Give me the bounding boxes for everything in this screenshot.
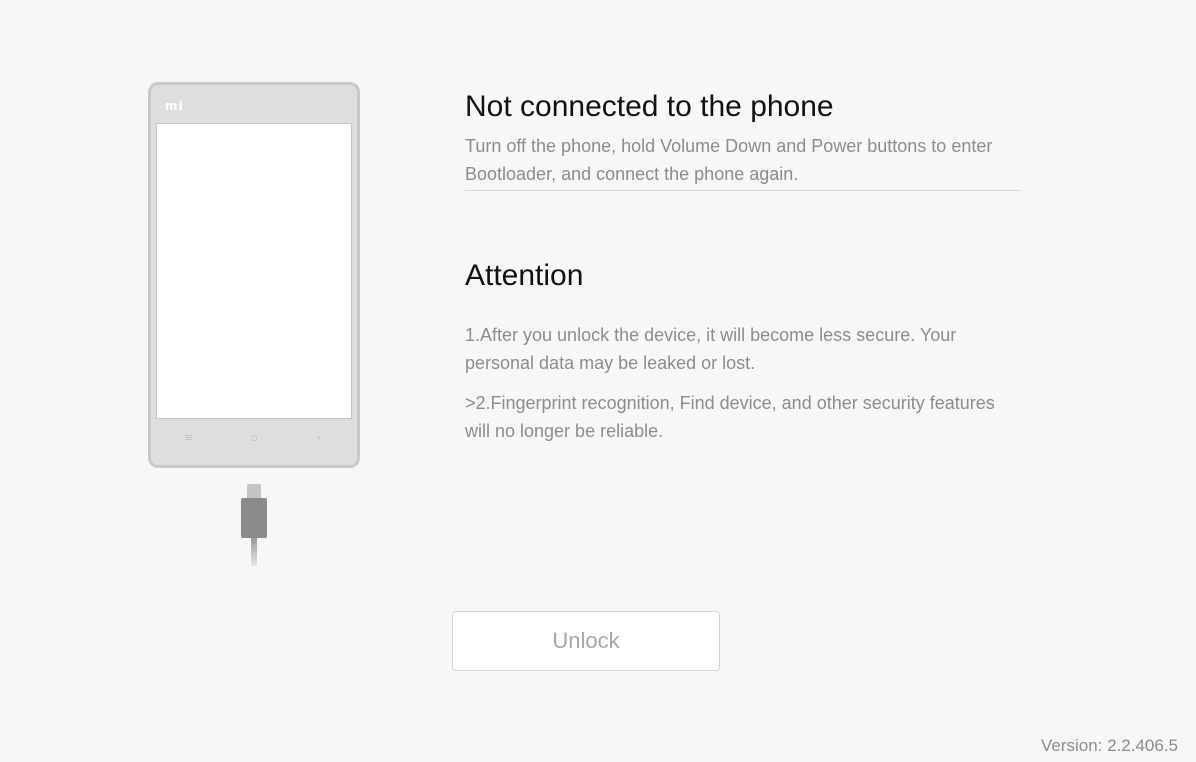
phone-nav-bar: ≡ ▫ ‹ xyxy=(156,425,352,449)
usb-plug xyxy=(241,498,267,538)
unlock-button[interactable]: Unlock xyxy=(452,611,720,671)
connection-status-title: Not connected to the phone xyxy=(465,90,834,123)
attention-title: Attention xyxy=(465,259,584,292)
usb-cable-icon xyxy=(239,484,269,570)
connection-status-description: Turn off the phone, hold Volume Down and… xyxy=(465,136,993,184)
usb-connector-tip xyxy=(247,484,261,498)
main-content: Not connected to the phone Turn off the … xyxy=(465,86,1021,445)
phone-icon: mi ≡ ▫ ‹ xyxy=(148,82,360,468)
home-icon: ▫ xyxy=(250,430,258,444)
divider xyxy=(465,190,1021,191)
unlock-window: mi ≡ ▫ ‹ Not connected to the phone Turn… xyxy=(0,0,1196,762)
attention-item: >2.Fingerprint recognition, Find device,… xyxy=(465,393,995,441)
phone-screen xyxy=(156,123,352,419)
back-icon: ‹ xyxy=(317,430,322,444)
usb-wire xyxy=(251,538,257,566)
phone-illustration: mi ≡ ▫ ‹ xyxy=(148,82,360,568)
menu-icon: ≡ xyxy=(184,430,194,444)
attention-item: 1.After you unlock the device, it will b… xyxy=(465,325,957,373)
version-label: Version: 2.2.406.5 xyxy=(1040,736,1178,755)
mi-logo: mi xyxy=(165,99,184,113)
